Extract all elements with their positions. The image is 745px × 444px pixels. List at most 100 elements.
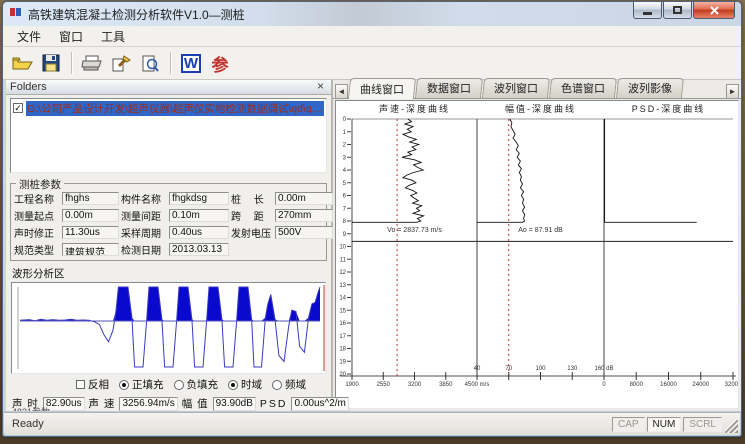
resize-grip[interactable] <box>725 420 738 433</box>
tab-scroll-right-button[interactable]: ► <box>726 84 739 98</box>
toolbar-separator <box>170 52 171 74</box>
time-domain-radio[interactable]: 时域 <box>228 377 262 392</box>
fill-negative-radio[interactable]: 负填充 <box>174 377 219 392</box>
svg-text:16000: 16000 <box>660 382 677 388</box>
toolbar: W 参 <box>3 47 741 80</box>
svg-text:1900: 1900 <box>345 382 359 388</box>
menu-tools[interactable]: 工具 <box>93 26 133 47</box>
svg-text:3200: 3200 <box>408 382 422 388</box>
close-icon <box>710 6 719 15</box>
invert-checkbox[interactable]: 反相 <box>76 377 109 392</box>
file-checkbox[interactable]: ✓ <box>13 103 23 113</box>
param-input-component-name[interactable]: fhgkdsg <box>169 192 229 205</box>
depth-curves-chart[interactable]: 01234567891011121314151617181920声速-深度曲线1… <box>335 100 739 409</box>
main-content: Folders × ✓ G:\公司产品设计开发\超声仪器\超声仪实地检测数据调试… <box>3 80 741 411</box>
tabbar: ◄ 曲线窗口 数据窗口 波列窗口 色谱窗口 波列影像 ► <box>333 80 741 99</box>
print-preview-button[interactable] <box>137 50 163 76</box>
waveform-display[interactable] <box>11 282 326 374</box>
tab-wavetrain-window[interactable]: 波列窗口 <box>482 78 550 98</box>
folders-panel: Folders × ✓ G:\公司产品设计开发\超声仪器\超声仪实地检测数据调试… <box>3 80 333 411</box>
menu-window[interactable]: 窗口 <box>51 26 91 47</box>
amplitude-value[interactable]: 93.90dB <box>213 397 256 411</box>
maximize-icon <box>673 6 682 14</box>
folders-header: Folders × <box>6 80 331 95</box>
file-item[interactable]: ✓ G:\公司产品设计开发\超声仪器\超声仪实地检测数据调试\qd\qd03\q… <box>13 101 324 116</box>
tab-scroll-left-button[interactable]: ◄ <box>335 84 348 98</box>
amplitude-label: 幅 值 <box>182 396 209 411</box>
svg-text:1: 1 <box>343 130 347 136</box>
param-label: 规范类型 <box>14 242 60 257</box>
print-preview-icon <box>140 54 160 73</box>
save-icon <box>42 54 60 72</box>
param-input-sample-period[interactable]: 0.40us <box>169 226 229 239</box>
svg-text:4500 m/s: 4500 m/s <box>465 382 490 388</box>
svg-text:160 dB: 160 dB <box>594 366 613 372</box>
param-label: 测量间距 <box>121 208 167 223</box>
pile-params-title: 测桩参数 <box>16 177 64 192</box>
param-label: 声时修正 <box>14 225 60 240</box>
radio-icon <box>272 380 282 390</box>
open-button[interactable] <box>9 50 35 76</box>
tab-curve-window[interactable]: 曲线窗口 <box>348 78 416 99</box>
radio-checked-icon <box>119 380 129 390</box>
file-list[interactable]: ✓ G:\公司产品设计开发\超声仪器\超声仪实地检测数据调试\qd\qd03\q… <box>10 98 327 173</box>
svg-text:13: 13 <box>339 283 346 289</box>
readout-row: 声 时 82.90us 声 速 3256.94m/s 幅 值 93.90dB P… <box>6 393 331 411</box>
window-title: 高铁建筑混凝土检测分析软件V1.0—测桩 <box>28 6 245 23</box>
sound-speed-value[interactable]: 3256.94m/s <box>119 397 177 411</box>
waveform-controls: 反相 正填充 负填充 时域 频域 <box>6 374 331 393</box>
param-input-time-correction[interactable]: 11.30us <box>62 226 119 239</box>
param-input-interval[interactable]: 0.10m <box>169 209 229 222</box>
scroll-indicator: SCRL <box>683 417 722 432</box>
print-setup-button[interactable] <box>108 50 134 76</box>
depth-curves-plot: 01234567891011121314151617181920声速-深度曲线1… <box>336 101 738 409</box>
minimize-button[interactable] <box>633 2 662 19</box>
word-export-button[interactable]: W <box>178 50 204 76</box>
freq-domain-radio[interactable]: 频域 <box>272 377 306 392</box>
tab-wavetrain-image[interactable]: 波列影像 <box>616 78 684 98</box>
svg-text:声速-深度曲线: 声速-深度曲线 <box>379 103 450 114</box>
params-button[interactable]: 参 <box>207 50 233 76</box>
printer-icon <box>81 54 103 72</box>
close-button[interactable] <box>693 2 735 19</box>
param-input-start-point[interactable]: 0.00m <box>62 209 119 222</box>
svg-text:17: 17 <box>339 334 346 340</box>
app-icon <box>9 5 23 24</box>
waveform-plot <box>12 283 328 373</box>
tab-data-window[interactable]: 数据窗口 <box>415 78 483 98</box>
param-input-voltage[interactable]: 500V <box>275 226 333 239</box>
svg-text:5: 5 <box>343 181 347 187</box>
param-input-project-name[interactable]: fhghs <box>62 192 119 205</box>
folders-close-button[interactable]: × <box>314 81 327 92</box>
menu-file[interactable]: 文件 <box>9 26 49 47</box>
pile-params-grid: 工程名称 fhghs 构件名称 fhgkdsg 桩 长 0.00m 测量起点 0… <box>14 191 323 257</box>
tab-spectrum-window[interactable]: 色谱窗口 <box>549 78 617 98</box>
svg-text:4: 4 <box>343 168 347 174</box>
print-button[interactable] <box>79 50 105 76</box>
svg-text:70: 70 <box>505 366 512 372</box>
param-label: 跨 距 <box>231 208 273 223</box>
save-button[interactable] <box>38 50 64 76</box>
param-input-spec-type[interactable]: 建筑规范 <box>62 243 119 256</box>
psd-value[interactable]: 0.00us^2/m <box>291 397 348 411</box>
window-controls <box>632 2 735 19</box>
svg-text:40: 40 <box>474 366 481 372</box>
param-input-test-date[interactable]: 2013.03.13 <box>169 243 229 256</box>
svg-text:2550: 2550 <box>377 382 391 388</box>
svg-text:10: 10 <box>339 245 346 251</box>
minimize-icon <box>643 12 652 15</box>
param-label: 发射电压 <box>231 225 273 240</box>
param-input-span[interactable]: 270mm <box>275 209 333 222</box>
titlebar[interactable]: 高铁建筑混凝土检测分析软件V1.0—测桩 <box>3 2 741 26</box>
params-icon: 参 <box>212 51 229 76</box>
file-path: G:\公司产品设计开发\超声仪器\超声仪实地检测数据调试\qd\qd03\qd0… <box>26 101 324 116</box>
svg-text:20: 20 <box>339 372 346 378</box>
svg-text:16: 16 <box>339 321 346 327</box>
maximize-button[interactable] <box>663 2 692 19</box>
svg-text:24000: 24000 <box>692 382 709 388</box>
wave-area-title: 波形分析区 <box>6 263 331 282</box>
svg-text:0: 0 <box>602 382 606 388</box>
fill-positive-radio[interactable]: 正填充 <box>119 377 164 392</box>
param-input-pile-length[interactable]: 0.00m <box>275 192 333 205</box>
svg-text:15: 15 <box>339 308 346 314</box>
